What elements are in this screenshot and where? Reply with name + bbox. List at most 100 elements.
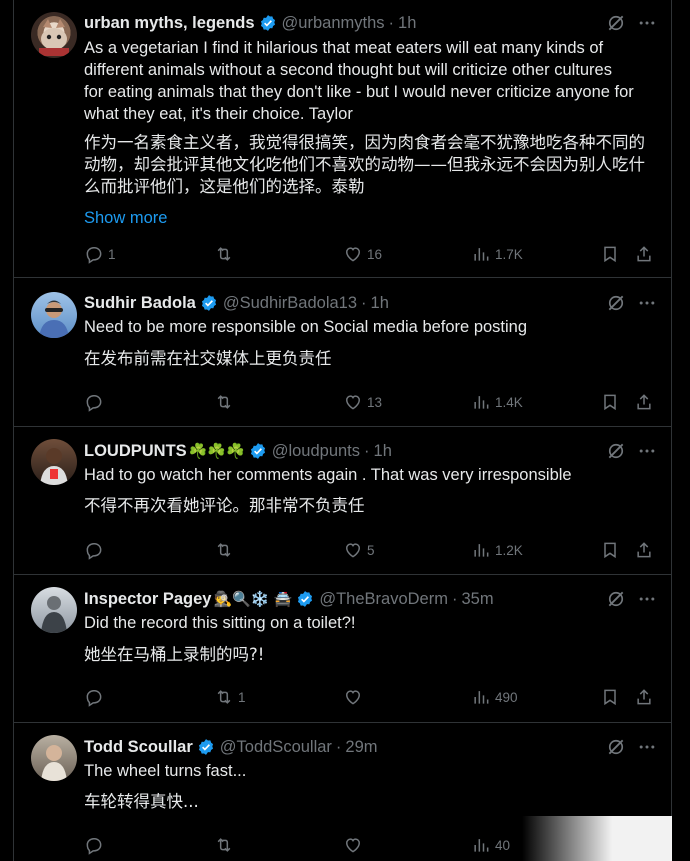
translation-text: 在发布前需在社交媒体上更负责任 [84, 348, 662, 370]
reply-feed: urban myths, legends @urbanmyths · 1h As… [13, 0, 672, 861]
name-emojis: ☘️☘️☘️ [188, 443, 245, 460]
more-icon[interactable] [637, 589, 657, 614]
show-more-link[interactable]: Show more [84, 209, 167, 228]
tweet-text: Did the record this sitting on a toilet?… [84, 612, 662, 634]
grok-icon[interactable] [606, 441, 626, 466]
text-line: what they eat, it's their choice. Taylor [84, 105, 353, 123]
more-icon[interactable] [637, 13, 657, 38]
grok-icon[interactable] [606, 737, 626, 762]
reply-button[interactable]: 1 [84, 244, 116, 264]
like-button[interactable] [343, 835, 363, 855]
share-button[interactable] [634, 244, 654, 264]
reply-button[interactable] [84, 540, 104, 560]
tweet-header: Inspector Pagey 🕵🔍❄️ 🚔 @TheBravoDerm · 3… [84, 588, 494, 610]
repost-button[interactable] [214, 392, 234, 412]
like-count: 13 [367, 394, 383, 410]
timestamp[interactable]: 35m [461, 590, 493, 609]
display-name[interactable]: Inspector Pagey [84, 590, 211, 609]
text-line: The wheel turns fast... [84, 762, 247, 780]
separator-dot: · [361, 293, 367, 312]
grok-icon[interactable] [606, 13, 626, 38]
tweet[interactable]: Inspector Pagey 🕵🔍❄️ 🚔 @TheBravoDerm · 3… [13, 575, 672, 723]
views-count: 1.7K [495, 246, 523, 262]
watermark-fade [522, 816, 672, 861]
separator-dot: · [388, 13, 395, 32]
timestamp[interactable]: 1h [371, 294, 389, 313]
bookmark-button[interactable] [600, 392, 620, 412]
handle[interactable]: @urbanmyths [282, 14, 385, 33]
avatar[interactable] [31, 735, 77, 781]
like-count: 16 [367, 246, 383, 262]
text-line: for eating animals that they don't like … [84, 83, 634, 101]
display-name[interactable]: Sudhir Badola [84, 294, 196, 313]
verified-badge-icon [200, 294, 218, 312]
translation-text: 她坐在马桶上录制的吗?! [84, 644, 662, 666]
reply-button[interactable] [84, 835, 104, 855]
translation-line: 车轮转得真快... [84, 792, 199, 811]
timestamp[interactable]: 29m [345, 738, 377, 757]
tweet-text: The wheel turns fast... [84, 760, 662, 782]
display-name[interactable]: urban myths, legends [84, 14, 255, 33]
share-button[interactable] [634, 540, 654, 560]
avatar[interactable] [31, 439, 77, 485]
like-button[interactable]: 16 [343, 244, 382, 264]
like-button[interactable] [343, 687, 363, 707]
translation-line: 作为一名素食主义者，我觉得很搞笑，因为肉食者会毫不犹豫地吃各种不同的 [84, 133, 645, 152]
views-count: 490 [495, 689, 518, 705]
timestamp[interactable]: 1h [374, 442, 392, 461]
share-button[interactable] [634, 392, 654, 412]
like-button[interactable]: 5 [343, 540, 375, 560]
avatar[interactable] [31, 292, 77, 338]
avatar[interactable] [31, 587, 77, 633]
tweet-header: Todd Scoullar @ToddScoullar · 29m [84, 736, 378, 758]
views-button[interactable]: 1.4K [471, 392, 523, 412]
views-count: 1.2K [495, 542, 523, 558]
more-icon[interactable] [637, 737, 657, 762]
verified-badge-icon [197, 738, 215, 756]
tweet[interactable]: Sudhir Badola @SudhirBadola13 · 1h Need … [13, 278, 672, 427]
display-name[interactable]: LOUDPUNTS [84, 442, 187, 461]
translation-line: 动物，却会批评其他文化吃他们不喜欢的动物——但我永远不会因为别人吃什 [84, 155, 645, 174]
bookmark-button[interactable] [600, 244, 620, 264]
handle[interactable]: @ToddScoullar [220, 738, 332, 757]
tweet-text: Need to be more responsible on Social me… [84, 316, 662, 338]
separator-dot: · [364, 441, 370, 460]
timestamp[interactable]: 1h [398, 14, 416, 33]
views-button[interactable]: 40 [471, 835, 510, 855]
separator-dot: · [451, 589, 458, 608]
text-line: Did the record this sitting on a toilet?… [84, 614, 356, 632]
tweet-header: urban myths, legends @urbanmyths · 1h [84, 12, 416, 34]
tweet[interactable]: LOUDPUNTS ☘️☘️☘️ @loudpunts · 1h Had to … [13, 427, 672, 575]
tweet-text: Had to go watch her comments again . Tha… [84, 464, 662, 486]
repost-button[interactable] [214, 540, 234, 560]
bookmark-button[interactable] [600, 540, 620, 560]
more-icon[interactable] [637, 441, 657, 466]
reply-button[interactable] [84, 687, 104, 707]
avatar[interactable] [31, 12, 77, 58]
more-icon[interactable] [637, 293, 657, 318]
translation-line: 不得不再次看她评论。那非常不负责任 [84, 496, 365, 515]
share-button[interactable] [634, 687, 654, 707]
display-name[interactable]: Todd Scoullar [84, 738, 193, 757]
tweet-header: LOUDPUNTS ☘️☘️☘️ @loudpunts · 1h [84, 440, 392, 462]
repost-button[interactable]: 1 [214, 687, 246, 707]
translation-line: 她坐在马桶上录制的吗?! [84, 645, 265, 664]
bookmark-button[interactable] [600, 687, 620, 707]
like-button[interactable]: 13 [343, 392, 382, 412]
views-button[interactable]: 1.2K [471, 540, 523, 560]
verified-badge-icon [249, 442, 267, 460]
handle[interactable]: @SudhirBadola13 [223, 294, 357, 313]
tweet-header: Sudhir Badola @SudhirBadola13 · 1h [84, 292, 389, 314]
handle[interactable]: @TheBravoDerm [319, 590, 448, 609]
grok-icon[interactable] [606, 589, 626, 614]
grok-icon[interactable] [606, 293, 626, 318]
tweet[interactable]: urban myths, legends @urbanmyths · 1h As… [13, 0, 672, 278]
handle[interactable]: @loudpunts [272, 442, 360, 461]
repost-button[interactable] [214, 244, 238, 264]
tweet-text: As a vegetarian I find it hilarious that… [84, 37, 662, 125]
reply-button[interactable] [84, 392, 104, 412]
text-line: Need to be more responsible on Social me… [84, 318, 528, 336]
views-button[interactable]: 1.7K [471, 244, 523, 264]
views-button[interactable]: 490 [471, 687, 518, 707]
repost-button[interactable] [214, 835, 234, 855]
